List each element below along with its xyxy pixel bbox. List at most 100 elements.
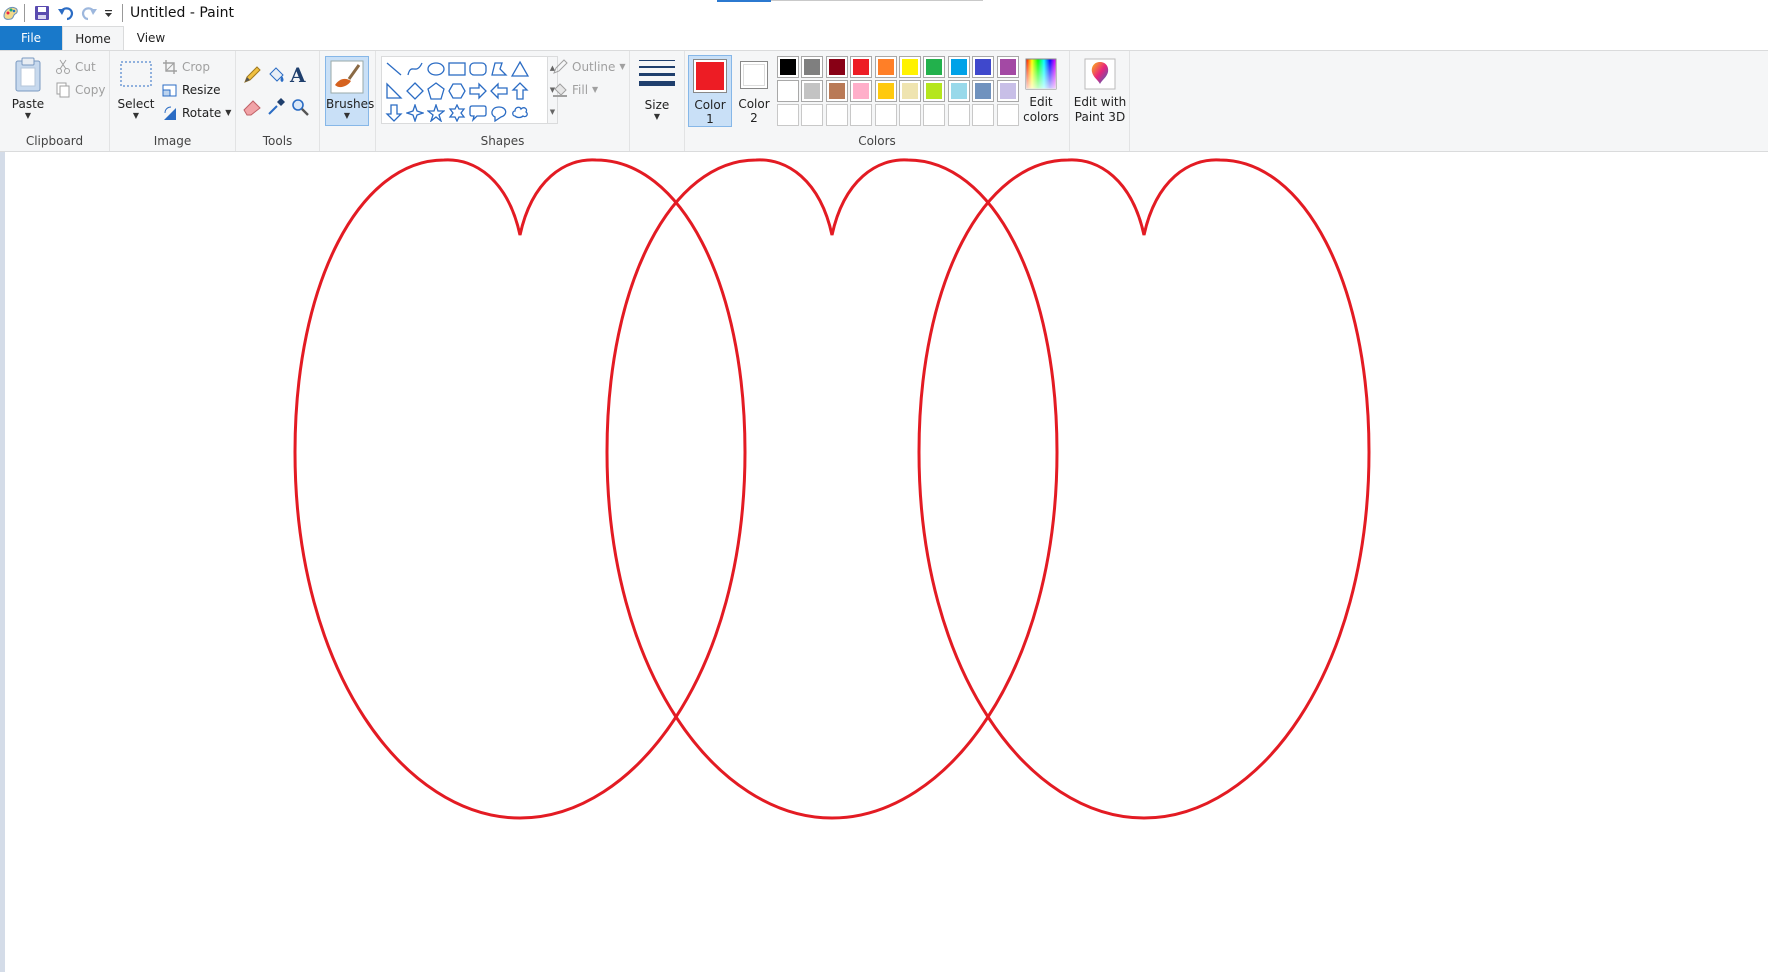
resize-button[interactable]: Resize <box>162 80 220 100</box>
tab-home[interactable]: Home <box>62 26 124 51</box>
color-swatch[interactable] <box>996 56 1019 78</box>
select-rectangle-icon <box>119 59 153 89</box>
brushes-label: Brushes <box>326 97 375 111</box>
fill-button[interactable]: Fill ▼ <box>552 80 598 100</box>
size-button[interactable]: Size ▼ <box>635 56 679 126</box>
custom-color-swatch[interactable] <box>996 104 1019 126</box>
custom-color-swatch[interactable] <box>923 104 946 126</box>
down-arrow-shape-icon[interactable] <box>383 102 405 124</box>
fill-bucket-icon[interactable] <box>266 65 286 85</box>
color-swatch[interactable] <box>777 80 799 102</box>
color2-button[interactable]: Color 2 <box>733 55 775 127</box>
color-swatch[interactable] <box>947 56 970 78</box>
oval-callout-shape-icon[interactable] <box>488 102 510 124</box>
color-swatch[interactable] <box>825 56 848 78</box>
color-swatch-fill <box>999 59 1016 75</box>
curve-shape-icon[interactable] <box>404 58 426 80</box>
color-swatch[interactable] <box>923 80 946 102</box>
rectangle-shape-icon[interactable] <box>446 58 468 80</box>
color-swatch[interactable] <box>801 56 824 78</box>
color-picker-icon[interactable] <box>266 97 286 117</box>
color-swatch[interactable] <box>825 80 848 102</box>
hexagon-shape-icon[interactable] <box>446 80 468 102</box>
oval-shape-icon[interactable] <box>425 58 447 80</box>
rotate-button[interactable]: Rotate ▼ <box>162 103 231 123</box>
color1-swatch <box>693 59 727 93</box>
color-swatch[interactable] <box>777 56 799 78</box>
color-swatch[interactable] <box>874 80 897 102</box>
left-arrow-shape-icon[interactable] <box>488 80 510 102</box>
up-arrow-shape-icon[interactable] <box>509 80 531 102</box>
resize-label: Resize <box>182 83 221 97</box>
tab-file[interactable]: File <box>0 26 62 50</box>
color-swatch-fill <box>926 83 943 99</box>
edit-colors-button[interactable]: Edit colors <box>1019 55 1063 127</box>
drawing-canvas[interactable] <box>0 152 1768 972</box>
color-swatch[interactable] <box>801 80 824 102</box>
crop-button[interactable]: Crop <box>162 57 210 77</box>
save-icon[interactable] <box>34 5 50 21</box>
color-swatch[interactable] <box>972 56 995 78</box>
custom-color-swatch[interactable] <box>850 104 873 126</box>
color2-label: Color <box>738 97 770 111</box>
color1-button[interactable]: Color 1 <box>688 55 732 127</box>
custom-color-swatch[interactable] <box>947 104 970 126</box>
line-shape-icon[interactable] <box>383 58 405 80</box>
tab-view[interactable]: View <box>126 26 176 50</box>
color2-swatch <box>740 61 768 89</box>
brushes-button[interactable]: Brushes ▼ <box>325 56 375 126</box>
color-swatch[interactable] <box>972 80 995 102</box>
shapes-group: ▲ ▼ ▼ Outline ▼ Fill ▼ Shapes <box>376 51 630 151</box>
select-button[interactable]: Select ▼ <box>116 59 156 127</box>
four-point-star-shape-icon[interactable] <box>404 102 426 124</box>
gallery-expand-icon[interactable]: ▼ <box>548 101 557 123</box>
color-swatch[interactable] <box>850 80 873 102</box>
custom-color-swatch[interactable] <box>899 104 921 126</box>
undo-icon[interactable] <box>57 4 75 22</box>
resize-icon <box>162 82 178 98</box>
color-swatch[interactable] <box>874 56 897 78</box>
right-triangle-shape-icon[interactable] <box>383 80 405 102</box>
copy-label: Copy <box>75 83 106 97</box>
text-icon[interactable]: A <box>290 63 306 87</box>
copy-button[interactable]: Copy <box>55 80 105 100</box>
diamond-shape-icon[interactable] <box>404 80 426 102</box>
five-point-star-shape-icon[interactable] <box>425 102 447 124</box>
eraser-icon[interactable] <box>242 97 262 117</box>
custom-color-swatch[interactable] <box>825 104 848 126</box>
cloud-callout-shape-icon[interactable] <box>509 102 531 124</box>
customize-dropdown-icon[interactable] <box>104 9 113 19</box>
redo-icon[interactable] <box>80 4 98 22</box>
paint3d-icon <box>1084 58 1116 90</box>
edit-colors-label-1: Edit <box>1029 95 1053 109</box>
color-swatch[interactable] <box>899 56 921 78</box>
color-swatch-fill <box>780 83 796 99</box>
color-swatch[interactable] <box>899 80 921 102</box>
color-swatch[interactable] <box>850 56 873 78</box>
right-arrow-shape-icon[interactable] <box>467 80 489 102</box>
polygon-shape-icon[interactable] <box>488 58 510 80</box>
edit-with-paint3d-button[interactable]: Edit with Paint 3D <box>1072 55 1128 127</box>
pentagon-shape-icon[interactable] <box>425 80 447 102</box>
paste-button[interactable]: Paste ▼ <box>6 55 50 127</box>
rounded-callout-shape-icon[interactable] <box>467 102 489 124</box>
scissors-icon <box>55 59 71 75</box>
custom-color-swatch[interactable] <box>801 104 824 126</box>
triangle-shape-icon[interactable] <box>509 58 531 80</box>
custom-color-swatch[interactable] <box>777 104 799 126</box>
cut-button[interactable]: Cut <box>55 57 96 77</box>
rainbow-icon <box>1025 58 1057 90</box>
rounded-rectangle-shape-icon[interactable] <box>467 58 489 80</box>
pencil-icon[interactable] <box>242 65 262 85</box>
custom-color-swatch[interactable] <box>874 104 897 126</box>
paint-app-icon[interactable] <box>2 4 20 22</box>
color-swatch[interactable] <box>923 56 946 78</box>
six-point-star-shape-icon[interactable] <box>446 102 468 124</box>
magnifier-icon[interactable] <box>290 97 310 117</box>
color-swatch[interactable] <box>947 80 970 102</box>
crop-icon <box>162 59 178 75</box>
custom-color-swatch[interactable] <box>972 104 995 126</box>
outline-button[interactable]: Outline ▼ <box>552 57 626 77</box>
color-swatch[interactable] <box>996 80 1019 102</box>
select-label: Select <box>117 97 155 111</box>
